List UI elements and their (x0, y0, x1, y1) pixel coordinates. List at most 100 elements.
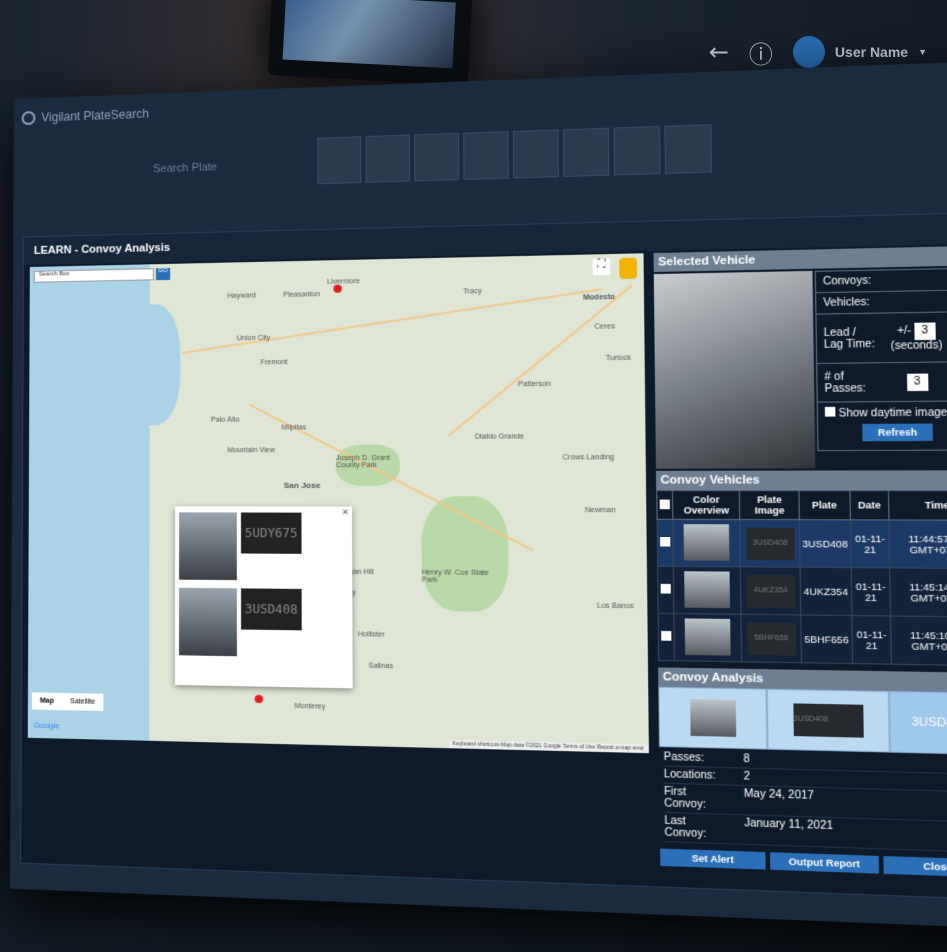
locations-label: Locations: (663, 768, 716, 782)
convoys-label: Convoys: (822, 275, 872, 288)
column-header[interactable]: Color Overview (672, 490, 741, 520)
map-type-satellite[interactable]: Satellite (62, 693, 103, 711)
last-convoy-value: January 11, 2021 (744, 817, 834, 833)
time-cell: 11:45:14 AM GMT+07:00 (889, 567, 947, 618)
vehicle-photo (653, 270, 816, 469)
column-header[interactable]: Plate (798, 490, 851, 520)
map-label: Ceres (594, 323, 616, 331)
close-button[interactable]: Close (882, 856, 947, 878)
map-label: Patterson (517, 380, 551, 389)
table-row[interactable]: 3USD408 3USD408 01-11-21 11:44:57 AM GMT… (657, 519, 947, 569)
thumbnail[interactable] (512, 129, 559, 179)
search-plate-input[interactable]: Search Plate (153, 161, 217, 175)
avatar (792, 36, 825, 68)
refresh-button[interactable]: Refresh (862, 423, 933, 442)
table-row[interactable]: 5BHF656 5BHF656 01-11-21 11:45:10 AM GMT… (658, 613, 947, 666)
map-label: Milpitas (281, 424, 307, 432)
vehicle-stats: Convoys:25 Vehicles:4 Lead / Lag Time: +… (814, 267, 947, 452)
lead-lag-input[interactable]: 3 (914, 322, 936, 341)
map-search-input[interactable]: Search Box (33, 268, 154, 283)
select-all-header[interactable] (656, 490, 673, 520)
plate-cell: 4UKZ354 (799, 567, 852, 616)
plate-cell: 5BHF656 (800, 614, 853, 664)
date-cell: 01-11-21 (851, 615, 892, 665)
select-all-checkbox[interactable] (659, 499, 670, 509)
map-label: Newman (584, 506, 616, 515)
plate-thumbnail: 4UKZ354 (746, 574, 796, 608)
map-label: Hayward (227, 292, 256, 300)
daytime-label: Show daytime image (838, 407, 947, 420)
plate-thumb-cell: 3USD408 (766, 688, 890, 753)
column-header[interactable]: Time (888, 490, 947, 521)
logo-icon (21, 110, 36, 126)
map-label: Henry W. Coe State Park (421, 569, 489, 584)
info-icon[interactable]: ⓘ (749, 35, 773, 70)
map-label: Livermore (327, 278, 360, 286)
chevron-down-icon: ▼ (918, 47, 927, 57)
close-icon[interactable]: ✕ (342, 508, 349, 517)
map-label: San Jose (283, 480, 321, 490)
lead-lag-unit: (seconds) (890, 339, 943, 353)
thumbnail[interactable] (365, 134, 411, 183)
map-label: Hollister (357, 631, 385, 639)
thumbnail[interactable] (317, 136, 362, 185)
thumbnail[interactable] (562, 127, 610, 178)
map-label: Tracy (463, 287, 482, 296)
back-arrow-icon[interactable]: ← (709, 38, 729, 66)
thumbnail[interactable] (664, 124, 713, 174)
plate-photo: 5UDY675 (240, 512, 302, 554)
map-label: Salinas (368, 662, 394, 671)
map-type-map[interactable]: Map (32, 692, 62, 710)
time-cell: 11:45:10 AM GMT+07:00 (890, 615, 947, 666)
location-pin[interactable] (254, 694, 264, 704)
passes-input[interactable]: 3 (906, 373, 928, 391)
vehicle-thumbnail (683, 523, 730, 561)
convoy-analysis-vehicle: 3USD408 3USD408 (658, 686, 947, 756)
map-go-button[interactable]: GO (155, 267, 171, 281)
map-label: Los Banos (596, 602, 635, 611)
plate-thumbnail: 3USD408 (745, 527, 795, 560)
daytime-checkbox[interactable] (824, 406, 836, 417)
map-label: Monterey (294, 702, 326, 711)
locations-value: 2 (743, 770, 751, 783)
thumbnail[interactable] (414, 132, 460, 182)
table-row[interactable]: 4UKZ354 4UKZ354 01-11-21 11:45:14 AM GMT… (657, 566, 947, 618)
map-label: Turlock (605, 354, 631, 363)
thumbnail[interactable] (463, 131, 509, 180)
thumbnail[interactable] (613, 125, 661, 176)
vehicle-photo (179, 587, 237, 657)
map-type-toggle: Map Satellite (31, 692, 104, 712)
lead-lag-prefix: +/- (896, 325, 912, 338)
map-label: Pleasanton (283, 291, 320, 299)
convoy-analysis-info: Passes: 8 Locations: 2 First Convoy: May 24… (659, 747, 947, 855)
location-pin[interactable] (333, 284, 342, 293)
bay (119, 303, 181, 426)
fullscreen-icon[interactable]: ⛶ (592, 258, 611, 276)
plate-thumbnail: 5BHF656 (746, 621, 796, 656)
map-footer: Keyboard shortcuts Map data ©2021 Google… (448, 739, 649, 754)
selected-vehicle: Convoys:25 Vehicles:4 Lead / Lag Time: +… (653, 265, 947, 471)
column-header[interactable]: Plate Image (739, 490, 800, 520)
time-cell: 11:44:57 AM GMT+07:00 (889, 519, 947, 569)
convoy-analysis-dialog: LEARN - Convoy Analysis Livermore Pleasa… (20, 212, 947, 901)
app-window: Vigilant PlateSearch Search Plate ✕ LEAR… (10, 59, 947, 930)
map-popup: ✕ 5UDY675 3USD408 (174, 506, 353, 689)
passes-label: Passes: (663, 751, 705, 765)
column-header[interactable]: Date (849, 490, 890, 520)
map-label: Joseph D. Grant County Park (336, 454, 391, 470)
user-name: User Name (834, 44, 909, 60)
action-buttons: Set Alert Output Report Close (660, 848, 947, 878)
set-alert-button[interactable]: Set Alert (660, 848, 767, 870)
app-title: Vigilant PlateSearch (41, 106, 149, 125)
map-label: Crows Landing (562, 453, 615, 462)
vehicles-label: Vehicles: (823, 296, 870, 310)
right-panel: Selected Vehicle Convoys:25 Vehicles:4 L… (653, 245, 947, 901)
row-checkbox[interactable] (660, 536, 671, 547)
map[interactable]: Livermore Pleasanton Hayward Union City … (27, 253, 649, 754)
output-report-button[interactable]: Output Report (770, 852, 879, 874)
street-view-icon[interactable] (619, 257, 638, 279)
row-checkbox[interactable] (661, 630, 672, 641)
convoy-vehicles-header: Convoy Vehicles (655, 470, 947, 490)
date-cell: 01-11-21 (851, 567, 891, 616)
row-checkbox[interactable] (660, 583, 671, 594)
